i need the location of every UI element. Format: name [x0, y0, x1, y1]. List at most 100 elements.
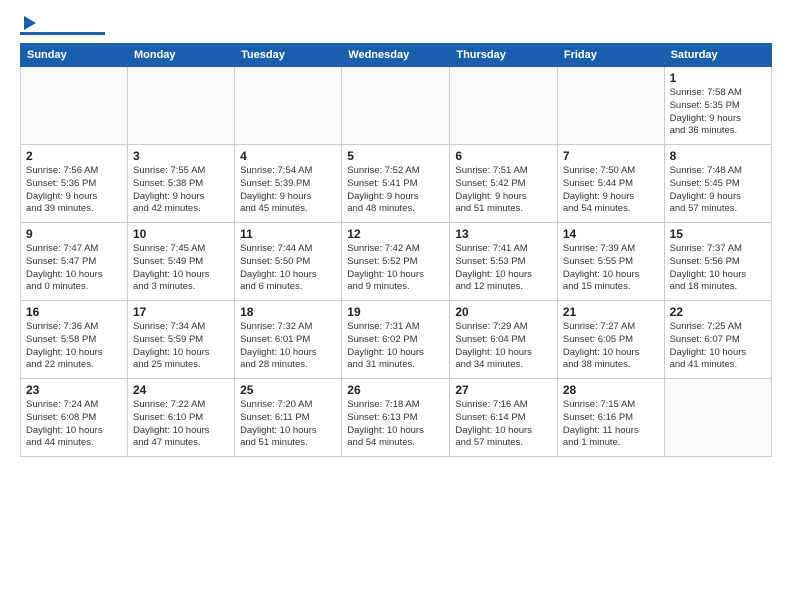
- day-number: 21: [563, 305, 659, 319]
- calendar-day-cell: 17 Sunrise: 7:34 AM Sunset: 5:59 PM Dayli…: [127, 301, 234, 379]
- day-number: 6: [455, 149, 552, 163]
- day-number: 13: [455, 227, 552, 241]
- weekday-header-tuesday: Tuesday: [235, 44, 342, 67]
- day-info: Sunrise: 7:58 AM Sunset: 5:35 PM Dayligh…: [670, 87, 766, 138]
- day-info: Sunrise: 7:56 AM Sunset: 5:36 PM Dayligh…: [26, 165, 122, 216]
- day-number: 9: [26, 227, 122, 241]
- day-number: 12: [347, 227, 444, 241]
- day-number: 24: [133, 383, 229, 397]
- calendar-day-cell: 14 Sunrise: 7:39 AM Sunset: 5:55 PM Dayli…: [557, 223, 664, 301]
- day-info: Sunrise: 7:22 AM Sunset: 6:10 PM Dayligh…: [133, 399, 229, 450]
- calendar-day-cell: 6 Sunrise: 7:51 AM Sunset: 5:42 PM Daylig…: [450, 145, 558, 223]
- weekday-header-row: SundayMondayTuesdayWednesdayThursdayFrid…: [21, 44, 772, 67]
- day-number: 10: [133, 227, 229, 241]
- day-number: 3: [133, 149, 229, 163]
- day-info: Sunrise: 7:55 AM Sunset: 5:38 PM Dayligh…: [133, 165, 229, 216]
- day-number: 4: [240, 149, 336, 163]
- calendar-day-cell: 1 Sunrise: 7:58 AM Sunset: 5:35 PM Daylig…: [664, 67, 771, 145]
- day-number: 27: [455, 383, 552, 397]
- day-info: Sunrise: 7:37 AM Sunset: 5:56 PM Dayligh…: [670, 243, 766, 294]
- calendar-day-cell: 23 Sunrise: 7:24 AM Sunset: 6:08 PM Dayli…: [21, 379, 128, 457]
- calendar-day-cell: 2 Sunrise: 7:56 AM Sunset: 5:36 PM Daylig…: [21, 145, 128, 223]
- day-info: Sunrise: 7:34 AM Sunset: 5:59 PM Dayligh…: [133, 321, 229, 372]
- calendar-day-cell: 15 Sunrise: 7:37 AM Sunset: 5:56 PM Dayli…: [664, 223, 771, 301]
- day-info: Sunrise: 7:41 AM Sunset: 5:53 PM Dayligh…: [455, 243, 552, 294]
- calendar-day-cell: [450, 67, 558, 145]
- day-info: Sunrise: 7:45 AM Sunset: 5:49 PM Dayligh…: [133, 243, 229, 294]
- day-number: 1: [670, 71, 766, 85]
- calendar-day-cell: 3 Sunrise: 7:55 AM Sunset: 5:38 PM Daylig…: [127, 145, 234, 223]
- calendar-day-cell: 4 Sunrise: 7:54 AM Sunset: 5:39 PM Daylig…: [235, 145, 342, 223]
- day-number: 15: [670, 227, 766, 241]
- day-number: 23: [26, 383, 122, 397]
- weekday-header-monday: Monday: [127, 44, 234, 67]
- day-number: 7: [563, 149, 659, 163]
- calendar-day-cell: [342, 67, 450, 145]
- calendar-day-cell: [557, 67, 664, 145]
- calendar-table: SundayMondayTuesdayWednesdayThursdayFrid…: [20, 43, 772, 457]
- calendar-day-cell: [235, 67, 342, 145]
- day-number: 20: [455, 305, 552, 319]
- day-number: 11: [240, 227, 336, 241]
- day-info: Sunrise: 7:24 AM Sunset: 6:08 PM Dayligh…: [26, 399, 122, 450]
- calendar-day-cell: 24 Sunrise: 7:22 AM Sunset: 6:10 PM Dayli…: [127, 379, 234, 457]
- day-info: Sunrise: 7:54 AM Sunset: 5:39 PM Dayligh…: [240, 165, 336, 216]
- day-number: 28: [563, 383, 659, 397]
- calendar-week-row: 16Sunrise: 7:36 AM Sunset: 5:58 PM Dayli…: [21, 301, 772, 379]
- calendar-day-cell: 11 Sunrise: 7:44 AM Sunset: 5:50 PM Dayli…: [235, 223, 342, 301]
- day-info: Sunrise: 7:51 AM Sunset: 5:42 PM Dayligh…: [455, 165, 552, 216]
- calendar-day-cell: 27 Sunrise: 7:16 AM Sunset: 6:14 PM Dayli…: [450, 379, 558, 457]
- calendar-day-cell: 22Sunrise: 7:25 AM Sunset: 6:07 PM Dayli…: [664, 301, 771, 379]
- day-number: 26: [347, 383, 444, 397]
- calendar-day-cell: 16Sunrise: 7:36 AM Sunset: 5:58 PM Dayli…: [21, 301, 128, 379]
- day-info: Sunrise: 7:15 AM Sunset: 6:16 PM Dayligh…: [563, 399, 659, 450]
- calendar-week-row: 1 Sunrise: 7:58 AM Sunset: 5:35 PM Daylig…: [21, 67, 772, 145]
- day-info: Sunrise: 7:31 AM Sunset: 6:02 PM Dayligh…: [347, 321, 444, 372]
- weekday-header-wednesday: Wednesday: [342, 44, 450, 67]
- weekday-header-sunday: Sunday: [21, 44, 128, 67]
- calendar-day-cell: 9 Sunrise: 7:47 AM Sunset: 5:47 PM Daylig…: [21, 223, 128, 301]
- calendar-day-cell: 25 Sunrise: 7:20 AM Sunset: 6:11 PM Dayli…: [235, 379, 342, 457]
- calendar-day-cell: 13 Sunrise: 7:41 AM Sunset: 5:53 PM Dayli…: [450, 223, 558, 301]
- day-info: Sunrise: 7:16 AM Sunset: 6:14 PM Dayligh…: [455, 399, 552, 450]
- calendar-day-cell: 19 Sunrise: 7:31 AM Sunset: 6:02 PM Dayli…: [342, 301, 450, 379]
- logo: [20, 16, 105, 35]
- day-info: Sunrise: 7:18 AM Sunset: 6:13 PM Dayligh…: [347, 399, 444, 450]
- day-number: 2: [26, 149, 122, 163]
- calendar-day-cell: [664, 379, 771, 457]
- day-number: 8: [670, 149, 766, 163]
- day-info: Sunrise: 7:32 AM Sunset: 6:01 PM Dayligh…: [240, 321, 336, 372]
- day-info: Sunrise: 7:25 AM Sunset: 6:07 PM Dayligh…: [670, 321, 766, 372]
- day-number: 17: [133, 305, 229, 319]
- calendar-day-cell: 10 Sunrise: 7:45 AM Sunset: 5:49 PM Dayli…: [127, 223, 234, 301]
- calendar-week-row: 23 Sunrise: 7:24 AM Sunset: 6:08 PM Dayli…: [21, 379, 772, 457]
- day-info: Sunrise: 7:47 AM Sunset: 5:47 PM Dayligh…: [26, 243, 122, 294]
- day-info: Sunrise: 7:52 AM Sunset: 5:41 PM Dayligh…: [347, 165, 444, 216]
- calendar-week-row: 9 Sunrise: 7:47 AM Sunset: 5:47 PM Daylig…: [21, 223, 772, 301]
- logo-arrow-icon: [24, 16, 36, 30]
- calendar-day-cell: 12 Sunrise: 7:42 AM Sunset: 5:52 PM Dayli…: [342, 223, 450, 301]
- day-number: 14: [563, 227, 659, 241]
- weekday-header-friday: Friday: [557, 44, 664, 67]
- day-info: Sunrise: 7:50 AM Sunset: 5:44 PM Dayligh…: [563, 165, 659, 216]
- day-number: 19: [347, 305, 444, 319]
- day-info: Sunrise: 7:42 AM Sunset: 5:52 PM Dayligh…: [347, 243, 444, 294]
- logo-underline: [20, 32, 105, 35]
- day-number: 18: [240, 305, 336, 319]
- page-container: SundayMondayTuesdayWednesdayThursdayFrid…: [0, 0, 792, 467]
- day-info: Sunrise: 7:44 AM Sunset: 5:50 PM Dayligh…: [240, 243, 336, 294]
- weekday-header-thursday: Thursday: [450, 44, 558, 67]
- day-number: 25: [240, 383, 336, 397]
- calendar-day-cell: [127, 67, 234, 145]
- weekday-header-saturday: Saturday: [664, 44, 771, 67]
- calendar-day-cell: [21, 67, 128, 145]
- day-info: Sunrise: 7:29 AM Sunset: 6:04 PM Dayligh…: [455, 321, 552, 372]
- day-info: Sunrise: 7:39 AM Sunset: 5:55 PM Dayligh…: [563, 243, 659, 294]
- calendar-day-cell: 21Sunrise: 7:27 AM Sunset: 6:05 PM Dayli…: [557, 301, 664, 379]
- day-info: Sunrise: 7:20 AM Sunset: 6:11 PM Dayligh…: [240, 399, 336, 450]
- day-info: Sunrise: 7:36 AM Sunset: 5:58 PM Dayligh…: [26, 321, 122, 372]
- calendar-day-cell: 20 Sunrise: 7:29 AM Sunset: 6:04 PM Dayli…: [450, 301, 558, 379]
- day-info: Sunrise: 7:48 AM Sunset: 5:45 PM Dayligh…: [670, 165, 766, 216]
- header: [20, 16, 772, 35]
- calendar-day-cell: 5Sunrise: 7:52 AM Sunset: 5:41 PM Daylig…: [342, 145, 450, 223]
